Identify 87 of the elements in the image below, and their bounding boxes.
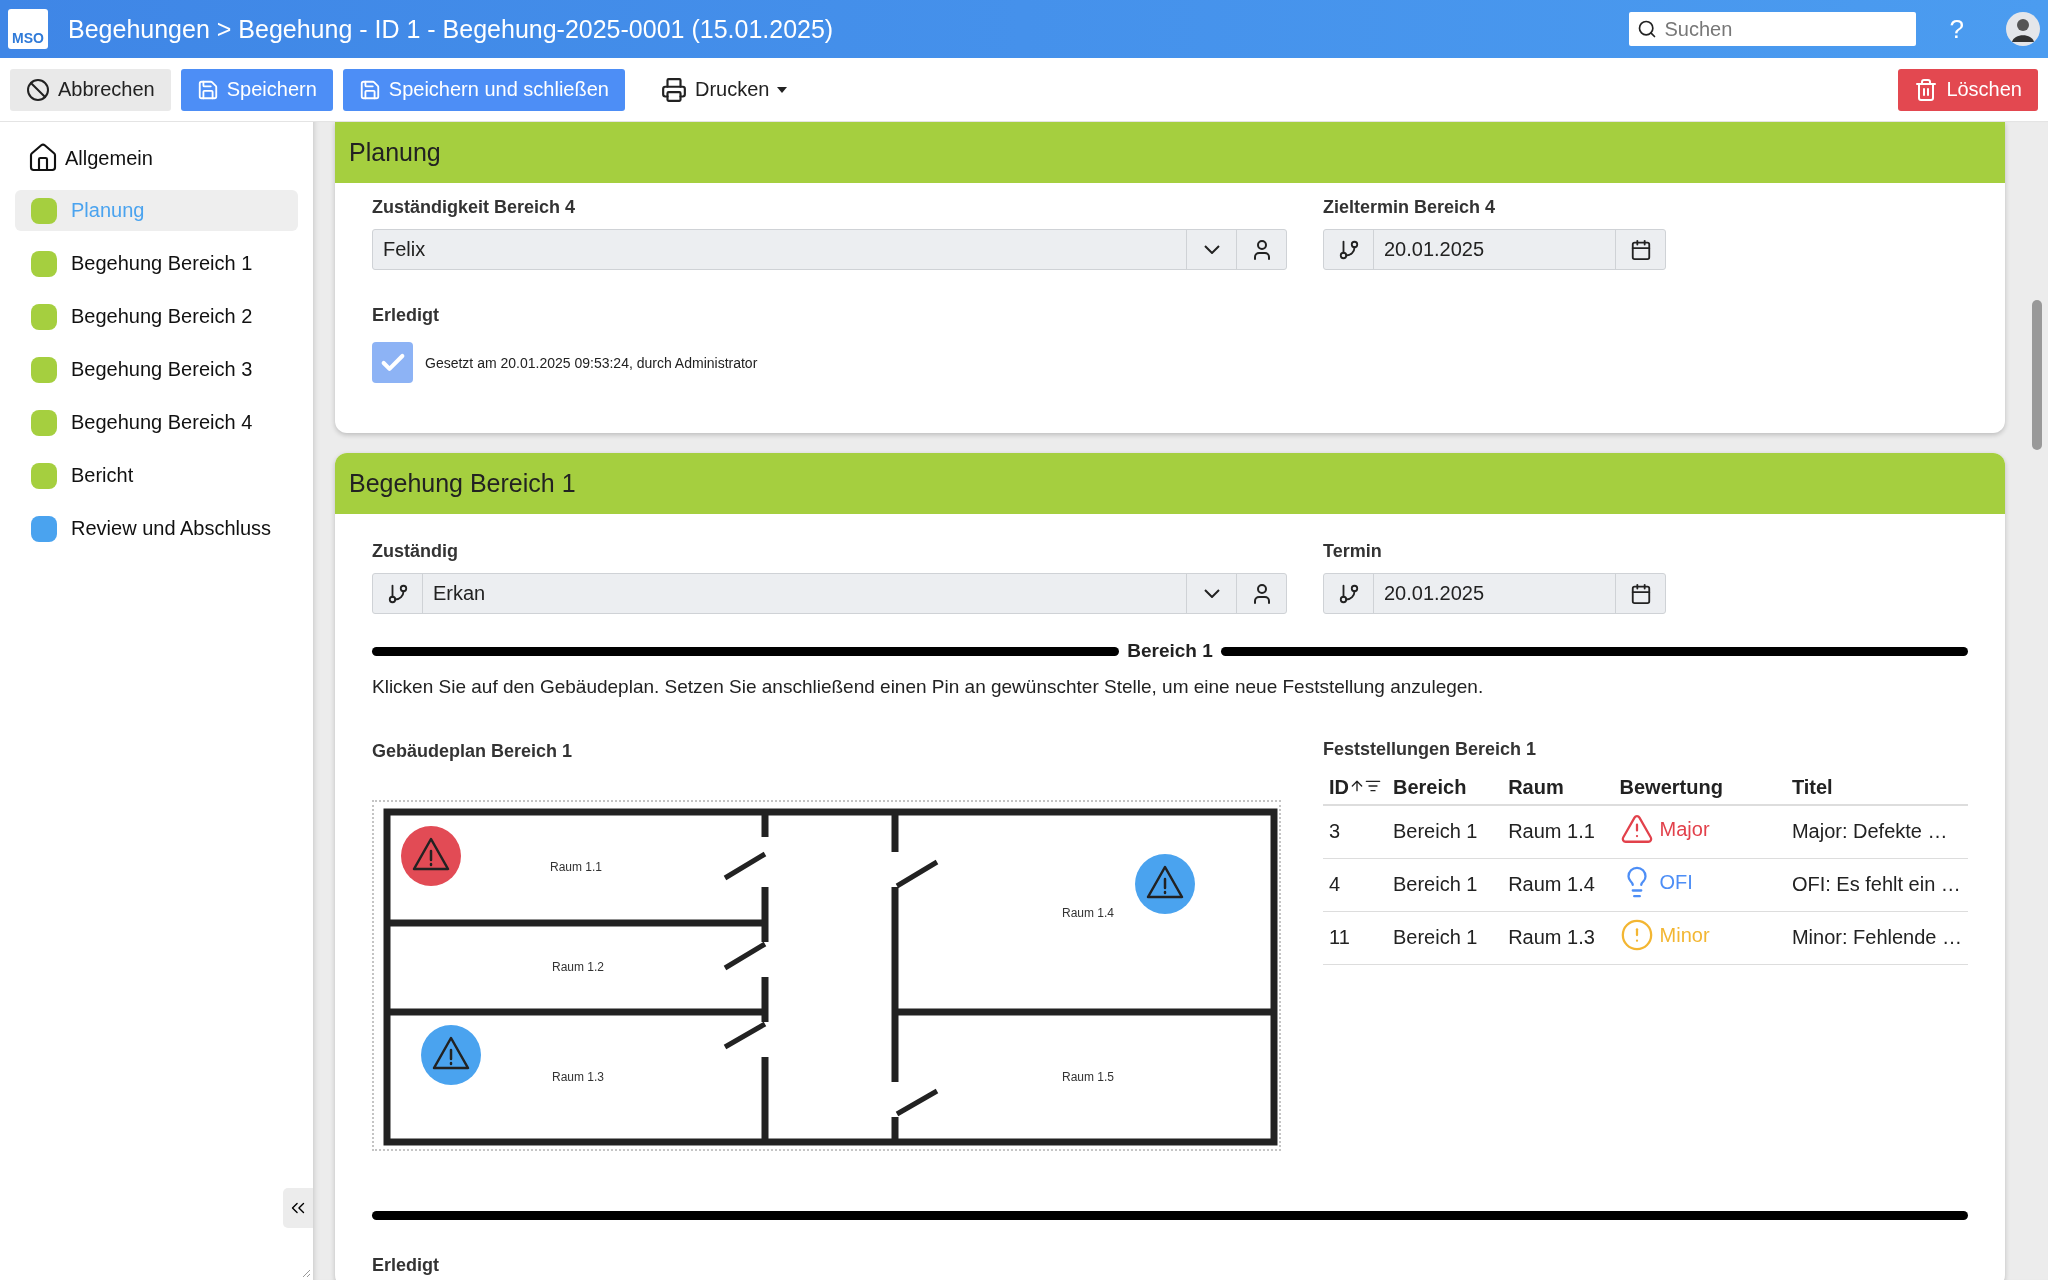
sidebar-item-label: Bericht xyxy=(71,464,134,487)
scrollbar-thumb[interactable] xyxy=(2032,300,2042,450)
field-label: Erledigt xyxy=(372,304,440,326)
card-header: Begehung Bereich 1 xyxy=(335,453,2005,514)
card-header: Planung xyxy=(335,122,2005,183)
section-label: Gebäudeplan Bereich 1 xyxy=(372,740,574,762)
column-header[interactable]: Titel xyxy=(1785,771,1968,805)
table-cell: OFI: Es fehlt ein … xyxy=(1785,858,1968,911)
warning-pin[interactable] xyxy=(401,826,461,886)
column-header[interactable]: Bereich xyxy=(1387,771,1503,805)
chevron-down-icon xyxy=(1203,245,1220,254)
calendar-icon xyxy=(1629,238,1652,261)
room-label: Raum 1.2 xyxy=(552,960,604,974)
table-cell: Major: Defekte … xyxy=(1785,805,1968,858)
table-cell: Minor: Fehlende … xyxy=(1785,911,1968,964)
warning-pin[interactable] xyxy=(421,1025,481,1085)
rating-label: OFI xyxy=(1659,870,1693,894)
sidebar-item-label: Review und Abschluss xyxy=(71,517,272,540)
table-cell: Raum 1.1 xyxy=(1502,805,1614,858)
sidebar-item[interactable]: Begehung Bereich 2 xyxy=(15,296,298,337)
field-label: Zuständigkeit Bereich 4 xyxy=(372,196,577,218)
sidebar-item-label: Begehung Bereich 3 xyxy=(71,358,253,381)
section-label: Feststellungen Bereich 1 xyxy=(1323,738,1538,760)
field-label: Zieltermin Bereich 4 xyxy=(1323,196,1497,218)
field-label: Zuständig xyxy=(372,540,459,562)
date-field[interactable]: 20.01.2025 xyxy=(1323,573,1666,614)
app-logo: MSO xyxy=(8,9,48,49)
room-label: Raum 1.4 xyxy=(1062,906,1114,920)
save-icon xyxy=(358,78,381,101)
rating-label: Minor xyxy=(1659,923,1710,947)
table-cell: Bereich 1 xyxy=(1387,858,1503,911)
branch-icon xyxy=(1337,582,1360,605)
room-label: Raum 1.5 xyxy=(1062,1070,1114,1084)
sidebar-item-label: Begehung Bereich 2 xyxy=(71,305,253,328)
done-checkbox[interactable] xyxy=(372,342,413,383)
column-header[interactable]: ID xyxy=(1323,771,1387,805)
collapse-button[interactable] xyxy=(283,1188,313,1228)
sidebar-item-label: Begehung Bereich 4 xyxy=(71,411,253,434)
sidebar-item[interactable]: Begehung Bereich 1 xyxy=(15,243,298,284)
owner-select[interactable]: Felix xyxy=(372,229,1287,270)
sidebar-item[interactable]: Allgemein xyxy=(15,138,298,178)
sidebar-item-label: Begehung Bereich 1 xyxy=(71,252,253,275)
table-cell: Raum 1.3 xyxy=(1502,911,1614,964)
sidebar-item[interactable]: Bericht xyxy=(15,455,298,496)
owner-select[interactable]: Erkan xyxy=(372,573,1287,614)
done-note: Gesetzt am 20.01.2025 09:53:24, durch Administrator xyxy=(425,354,758,371)
table-cell: 11 xyxy=(1323,911,1387,964)
divider-label: Bereich 1 xyxy=(1127,640,1213,662)
field-label: Termin xyxy=(1323,540,1383,562)
avatar-icon[interactable] xyxy=(2006,12,2040,46)
cancel-icon xyxy=(26,77,50,102)
warning-pin[interactable] xyxy=(1135,854,1195,914)
search-icon xyxy=(1636,19,1657,39)
sidebar-item-label: Planung xyxy=(71,199,145,222)
date-field[interactable]: 20.01.2025 xyxy=(1323,229,1666,270)
home-icon xyxy=(27,142,59,174)
branch-icon xyxy=(1337,238,1360,261)
branch-icon xyxy=(386,582,409,605)
chevron-down-icon xyxy=(1203,589,1220,598)
field-label: Erledigt xyxy=(372,1254,440,1276)
instruction-text: Klicken Sie auf den Gebäudeplan. Setzen Sie anschließend einen Pin an gewünschter Stelle, um eine neue Feststellung anzulegen. xyxy=(372,676,1485,699)
column-header[interactable]: Raum xyxy=(1502,771,1614,805)
sidebar-item[interactable]: Review und Abschluss xyxy=(15,508,298,549)
resize-grip-icon[interactable] xyxy=(301,1268,311,1278)
rating-label: Major xyxy=(1659,817,1710,841)
printer-icon xyxy=(660,76,687,103)
column-header[interactable]: Bewertung xyxy=(1613,771,1786,805)
page-title: Begehungen > Begehung - ID 1 - Begehung-2025-0001 (15.01.2025) xyxy=(68,14,835,44)
room-label: Raum 1.1 xyxy=(550,860,602,874)
table-cell: Raum 1.4 xyxy=(1502,858,1614,911)
room-label: Raum 1.3 xyxy=(552,1070,604,1084)
table-cell: 4 xyxy=(1323,858,1387,911)
print-button[interactable]: Drucken xyxy=(644,68,804,111)
cancel-button[interactable]: Abbrechen xyxy=(10,68,171,111)
filter-icon xyxy=(1365,778,1381,794)
table-cell: 3 xyxy=(1323,805,1387,858)
alert-circle-icon xyxy=(1619,918,1654,952)
save-icon xyxy=(196,78,219,101)
calendar-icon xyxy=(1629,582,1652,605)
sidebar-item[interactable]: Begehung Bereich 3 xyxy=(15,349,298,390)
caret-icon xyxy=(777,86,788,93)
sidebar-item[interactable]: Begehung Bereich 4 xyxy=(15,402,298,443)
search-field[interactable]: Suchen xyxy=(1628,12,1916,46)
table-cell: Bereich 1 xyxy=(1387,805,1503,858)
delete-button[interactable]: Löschen xyxy=(1898,68,2038,111)
table-cell: Bereich 1 xyxy=(1387,911,1503,964)
trash-icon xyxy=(1914,77,1939,102)
